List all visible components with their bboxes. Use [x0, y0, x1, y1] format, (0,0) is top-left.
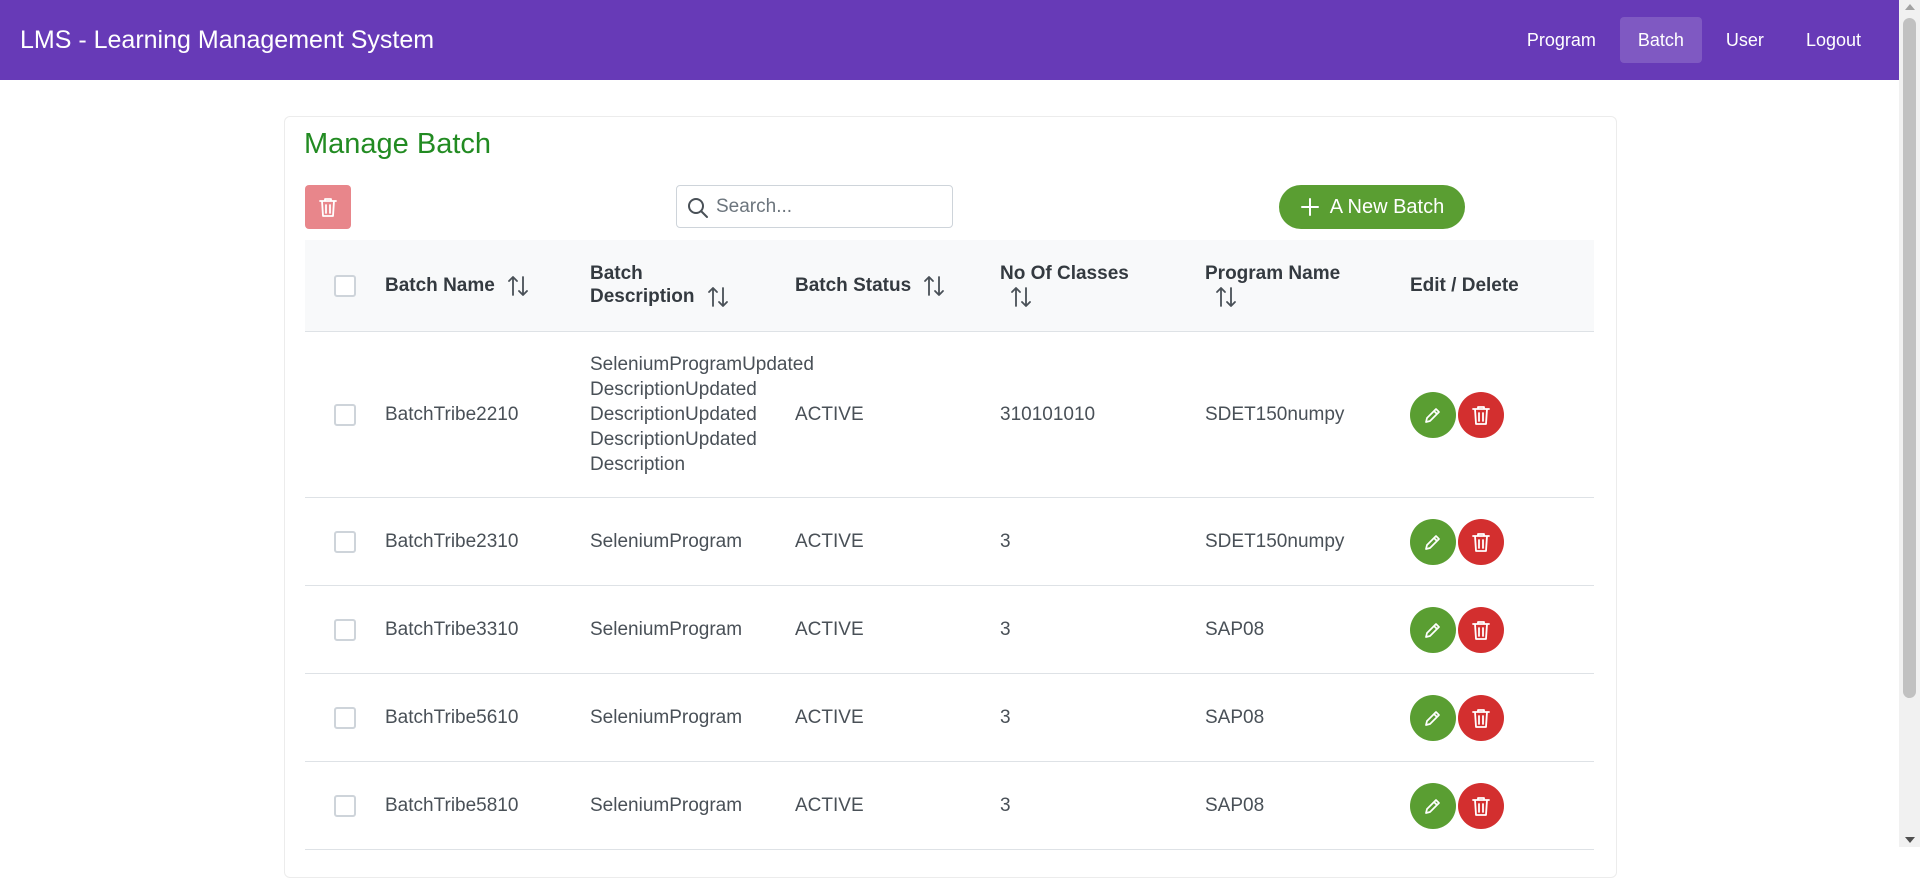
table-header: Batch Name Batch Description Batch Statu…	[305, 240, 1594, 332]
batch-name: BatchTribe5610	[385, 706, 519, 728]
no-of-classes: 3	[1000, 794, 1011, 816]
trash-icon	[1472, 796, 1490, 816]
program-name: SDET150numpy	[1205, 403, 1345, 425]
page-title: Manage Batch	[304, 128, 492, 160]
batch-description: SeleniumProgram	[590, 618, 743, 640]
trash-icon	[1472, 708, 1490, 728]
table-row: BatchTribe2310 SeleniumProgram ACTIVE 3 …	[305, 498, 1594, 586]
batch-description-line: DescriptionUpdated	[590, 379, 757, 400]
nav-item-user[interactable]: User	[1708, 17, 1782, 63]
nav-item-logout[interactable]: Logout	[1788, 17, 1879, 63]
delete-button[interactable]	[1458, 606, 1504, 653]
add-new-batch-button[interactable]: A New Batch	[1279, 185, 1465, 229]
row-checkbox[interactable]	[334, 794, 356, 817]
batch-description-line: SeleniumProgramUpdated	[590, 354, 814, 375]
header-batch-status: Batch Status	[795, 274, 912, 296]
bulk-delete-button[interactable]	[305, 185, 351, 229]
vertical-scrollbar[interactable]	[1899, 0, 1920, 847]
pencil-icon	[1425, 407, 1440, 423]
batch-description: SeleniumProgram	[590, 794, 743, 816]
program-name: SAP08	[1205, 794, 1265, 816]
no-of-classes: 3	[1000, 706, 1011, 728]
sort-icon[interactable]	[923, 274, 945, 298]
row-checkbox[interactable]	[334, 403, 356, 426]
batch-status: ACTIVE	[795, 706, 864, 728]
no-of-classes: 310101010	[1000, 403, 1096, 425]
program-name: SDET150numpy	[1205, 530, 1345, 552]
header-no-of-classes: No Of Classes	[1000, 262, 1129, 284]
scroll-down-arrow-icon[interactable]	[1905, 837, 1915, 843]
batch-status: ACTIVE	[795, 403, 864, 425]
main-nav: Program Batch User Logout	[1509, 17, 1879, 63]
delete-button[interactable]	[1458, 694, 1504, 741]
batch-description-line: Description	[590, 454, 686, 475]
header-edit-delete: Edit / Delete	[1410, 274, 1519, 296]
pencil-icon	[1425, 534, 1440, 550]
no-of-classes: 3	[1000, 618, 1011, 640]
header-batch-name: Batch Name	[385, 274, 495, 296]
batch-status: ACTIVE	[795, 618, 864, 640]
batch-description: SeleniumProgram	[590, 530, 743, 552]
edit-button[interactable]	[1410, 518, 1456, 565]
header-program-name: Program Name	[1205, 262, 1341, 284]
table-row: BatchTribe5810 SeleniumProgram ACTIVE 3 …	[305, 762, 1594, 850]
nav-item-batch[interactable]: Batch	[1619, 17, 1702, 63]
trash-icon	[1472, 405, 1490, 425]
batch-name: BatchTribe2310	[385, 530, 519, 552]
delete-button[interactable]	[1458, 518, 1504, 565]
select-all-checkbox[interactable]	[334, 274, 356, 297]
edit-button[interactable]	[1410, 391, 1456, 438]
batch-description-line: DescriptionUpdated	[590, 404, 757, 425]
scroll-up-arrow-icon[interactable]	[1905, 4, 1915, 10]
batch-name: BatchTribe2210	[385, 403, 519, 425]
row-checkbox[interactable]	[334, 618, 356, 641]
batch-status: ACTIVE	[795, 794, 864, 816]
search-field	[676, 185, 953, 228]
no-of-classes: 3	[1000, 530, 1011, 552]
row-checkbox[interactable]	[334, 530, 356, 553]
batch-description-line: DescriptionUpdated	[590, 429, 757, 450]
edit-button[interactable]	[1410, 782, 1456, 829]
trash-icon	[1472, 532, 1490, 552]
batch-name: BatchTribe5810	[385, 794, 519, 816]
table-row: BatchTribe2210 SeleniumProgramUpdated De…	[305, 332, 1594, 498]
scrollbar-thumb[interactable]	[1903, 18, 1916, 698]
app-title: LMS - Learning Management System	[20, 26, 435, 54]
sort-icon[interactable]	[1215, 285, 1237, 309]
table-row: BatchTribe3310 SeleniumProgram ACTIVE 3 …	[305, 586, 1594, 674]
sort-icon[interactable]	[1010, 285, 1032, 309]
trash-icon	[319, 198, 337, 217]
pencil-icon	[1425, 798, 1440, 814]
plus-icon	[1300, 198, 1319, 216]
edit-button[interactable]	[1410, 606, 1456, 653]
sort-icon[interactable]	[507, 274, 529, 298]
search-input[interactable]	[716, 186, 944, 227]
nav-item-program[interactable]: Program	[1509, 17, 1614, 63]
add-new-batch-label: A New Batch	[1329, 195, 1445, 218]
delete-button[interactable]	[1458, 782, 1504, 829]
top-navbar: LMS - Learning Management System Program…	[0, 0, 1899, 80]
batch-description: SeleniumProgram	[590, 706, 743, 728]
search-icon	[688, 198, 708, 218]
batch-table: Batch Name Batch Description Batch Statu…	[305, 240, 1594, 850]
program-name: SAP08	[1205, 706, 1265, 728]
header-batch-description: Batch	[590, 262, 643, 284]
pencil-icon	[1425, 710, 1440, 726]
edit-button[interactable]	[1410, 694, 1456, 741]
trash-icon	[1472, 620, 1490, 640]
table-row: BatchTribe5610 SeleniumProgram ACTIVE 3 …	[305, 674, 1594, 762]
sort-icon[interactable]	[707, 285, 729, 309]
batch-status: ACTIVE	[795, 530, 864, 552]
batch-description: SeleniumProgramUpdated DescriptionUpdate…	[590, 352, 814, 477]
program-name: SAP08	[1205, 618, 1265, 640]
pencil-icon	[1425, 622, 1440, 638]
row-checkbox[interactable]	[334, 706, 356, 729]
batch-name: BatchTribe3310	[385, 618, 519, 640]
delete-button[interactable]	[1458, 391, 1504, 438]
header-batch-description-2: Description	[590, 285, 695, 307]
